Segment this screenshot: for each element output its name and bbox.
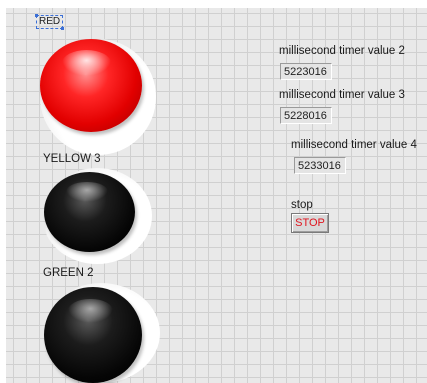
timer-2-label: millisecond timer value 2 [279,45,405,57]
stop-button[interactable]: STOP [291,213,329,233]
yellow-led-lamp [44,172,135,252]
timer-3-indicator: 5228016 [280,107,332,124]
timer-2-indicator: 5223016 [280,63,332,80]
red-led-lamp [40,39,142,132]
timer-3-label: millisecond timer value 3 [279,89,405,101]
green-led-lamp [44,287,142,383]
timer-4-label: millisecond timer value 4 [291,139,417,151]
green-led-label: GREEN 2 [43,267,94,279]
yellow-led-highlight [65,181,108,203]
yellow-led-label: YELLOW 3 [43,153,101,165]
panel-left-edge [0,0,6,383]
red-led-label[interactable]: RED [34,14,65,30]
stop-label: stop [291,199,313,211]
timer-4-indicator: 5233016 [294,157,346,174]
panel-top-edge [0,0,427,8]
green-led-highlight [67,298,113,324]
red-led-highlight [62,50,112,77]
